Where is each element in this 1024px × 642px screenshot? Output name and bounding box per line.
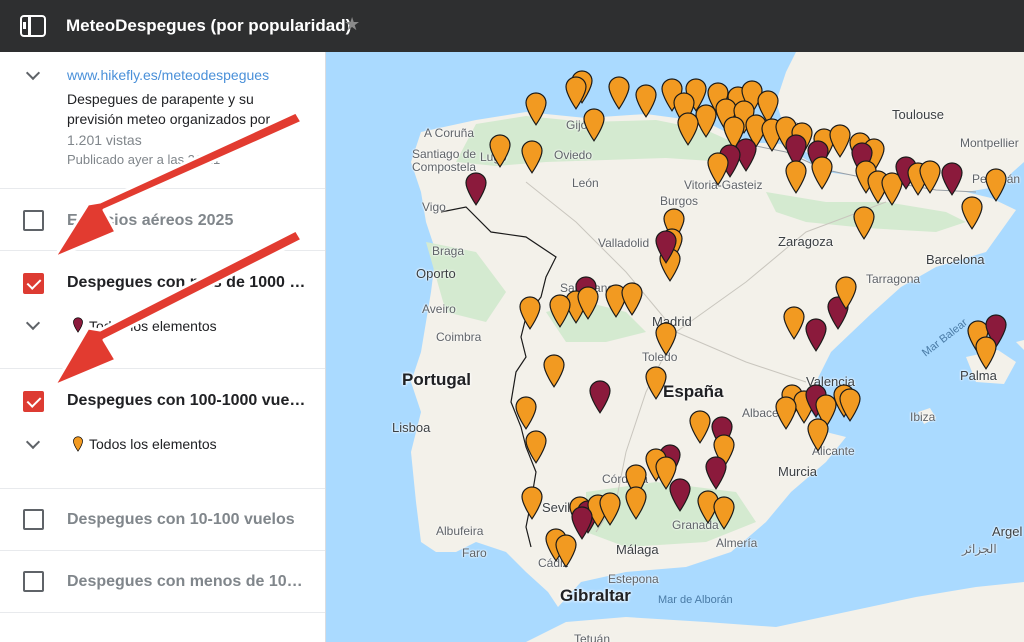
annotation-arrows — [52, 110, 304, 388]
red-arrow-icon — [52, 228, 304, 388]
red-arrow-icon — [52, 110, 304, 260]
